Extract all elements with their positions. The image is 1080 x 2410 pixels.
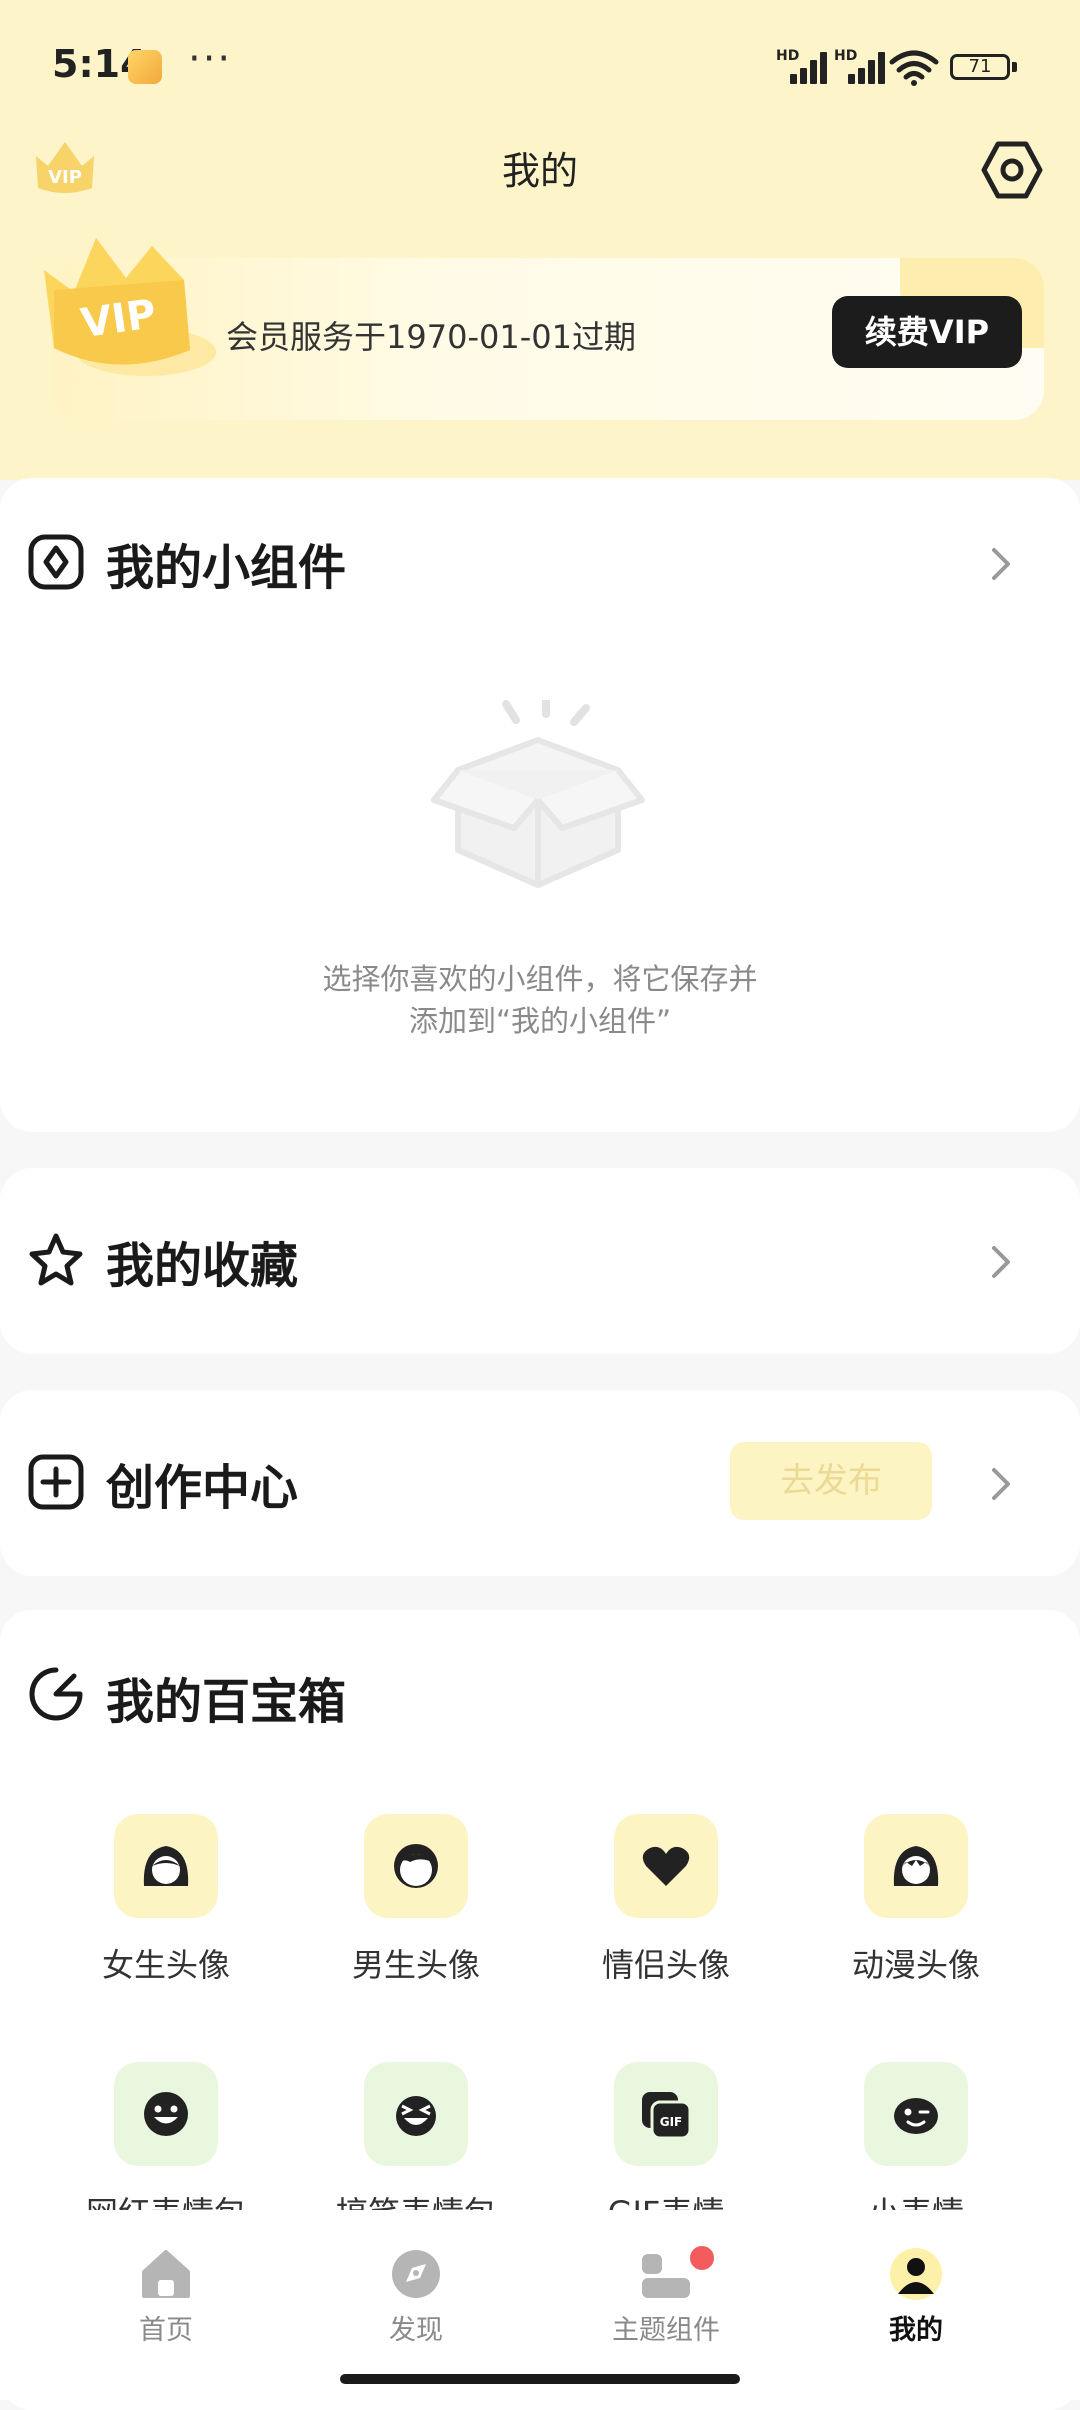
add-box-icon [28, 1454, 84, 1510]
tool-label: 男生头像 [351, 1946, 480, 1984]
home-icon [142, 2250, 190, 2298]
vip-crown-icon: VIP [44, 238, 216, 376]
svg-text:GIF: GIF [660, 2115, 683, 2129]
wifi-icon [889, 50, 939, 86]
tool-couple-avatar[interactable]: 情侣头像 [546, 1814, 786, 1994]
discover-icon [392, 2250, 440, 2298]
chevron-right-icon[interactable] [990, 546, 1012, 582]
theme-widgets-icon [642, 2254, 690, 2298]
signal-hd-label: HD [776, 48, 800, 64]
chevron-right-icon[interactable] [990, 1466, 1012, 1502]
tool-label: 搞笑表情包 [296, 2188, 536, 2212]
laugh-face-icon [364, 2062, 468, 2166]
tool-small-stickers[interactable]: 小表情 [796, 2062, 1036, 2212]
nav-home[interactable]: 首页 [46, 2210, 286, 2360]
heart-icon [614, 1814, 718, 1918]
renew-vip-button[interactable]: 续费VIP [832, 296, 1022, 368]
signal-icon: HD [776, 48, 830, 84]
toolbox-title: 我的百宝箱 [106, 1674, 347, 1730]
nav-label: 主题组件 [612, 2315, 720, 2346]
tool-funny-stickers[interactable]: 搞笑表情包 [296, 2062, 536, 2212]
signal-icon-2: HD [834, 48, 888, 84]
bottom-navigation: 首页 发现 主题组件 我的 [0, 2210, 1080, 2400]
more-notifications-icon: ··· [188, 36, 233, 82]
settings-icon[interactable] [980, 138, 1044, 202]
tool-label: 动漫头像 [851, 1946, 980, 1984]
wink-face-icon [864, 2062, 968, 2166]
tool-gif-stickers[interactable]: GIF GIF表情 [546, 2062, 786, 2212]
nav-theme-widgets[interactable]: 主题组件 [546, 2210, 786, 2360]
tool-label: GIF表情 [546, 2188, 786, 2212]
my-widgets-title[interactable]: 我的小组件 [106, 528, 346, 598]
creation-center-title[interactable]: 创作中心 [106, 1448, 298, 1518]
chevron-right-icon[interactable] [990, 1244, 1012, 1280]
tool-label: 小表情 [796, 2188, 1036, 2212]
girl-avatar-icon [114, 1814, 218, 1918]
gif-icon: GIF [614, 2062, 718, 2166]
notification-app-icon [128, 50, 162, 84]
signal-hd-label-2: HD [834, 48, 858, 64]
home-indicator[interactable] [340, 2374, 740, 2384]
tool-girl-avatar[interactable]: 女生头像 [46, 1814, 286, 1994]
battery-icon: 71 [950, 54, 1010, 80]
empty-widgets-line2: 添加到“我的小组件” [408, 1004, 672, 1038]
page-title: 我的 [501, 149, 578, 193]
widget-icon [28, 534, 84, 590]
nav-label: 首页 [139, 2315, 193, 2346]
boy-avatar-icon [364, 1814, 468, 1918]
battery-tip [1012, 62, 1017, 72]
nav-profile[interactable]: 我的 [796, 2210, 1036, 2360]
smile-face-icon [114, 2062, 218, 2166]
tool-label: 女生头像 [101, 1946, 230, 1984]
tool-boy-avatar[interactable]: 男生头像 [296, 1814, 536, 1994]
notification-badge [690, 2246, 714, 2270]
toolbox-icon [29, 1667, 83, 1721]
nav-label: 发现 [389, 2315, 443, 2346]
profile-icon [890, 2248, 942, 2300]
tool-anime-avatar[interactable]: 动漫头像 [796, 1814, 1036, 1994]
nav-label: 我的 [889, 2315, 943, 2346]
star-icon [29, 1233, 83, 1286]
tool-popular-stickers[interactable]: 网红表情包 [46, 2062, 286, 2212]
empty-widgets-line1: 选择你喜欢的小组件，将它保存并 [322, 962, 758, 996]
publish-button[interactable]: 去发布 [730, 1442, 932, 1520]
empty-box-icon [431, 700, 645, 888]
tool-label: 网红表情包 [46, 2188, 286, 2212]
my-favorites-title[interactable]: 我的收藏 [106, 1226, 298, 1296]
vip-expiry-text: 会员服务于1970-01-01过期 [226, 318, 636, 356]
status-bar: 5:14 ··· HD HD 71 [0, 0, 1080, 130]
tool-label: 情侣头像 [601, 1946, 730, 1984]
nav-discover[interactable]: 发现 [296, 2210, 536, 2360]
anime-avatar-icon [864, 1814, 968, 1918]
